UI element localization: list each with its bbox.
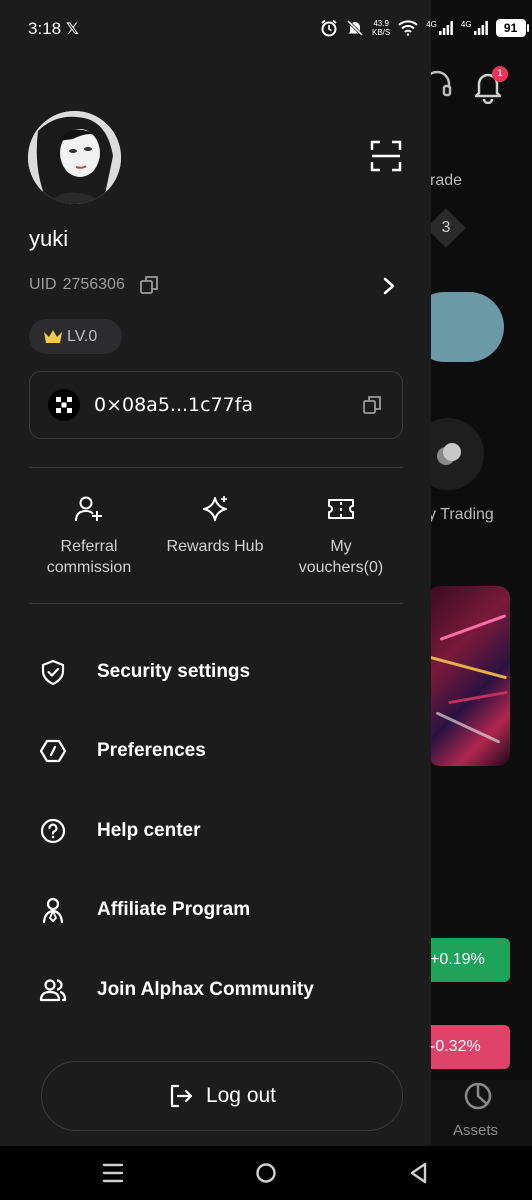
clock: 3:18 — [28, 19, 62, 38]
my-vouchers-button[interactable]: My vouchers(0) — [276, 494, 406, 578]
uid-value: 2756306 — [62, 276, 125, 293]
price-change-positive: +0.19% — [420, 938, 510, 982]
menu-label: Preferences — [97, 740, 206, 761]
sparkle-icon — [203, 496, 227, 521]
signal-1: 4G — [426, 21, 453, 35]
wallet-address-card[interactable]: 0×08a5...1c77fa — [29, 371, 403, 439]
menu-help-center[interactable]: Help center — [29, 806, 403, 856]
referral-commission-button[interactable]: Referral commission — [24, 494, 154, 578]
quick-action-label: My vouchers(0) — [298, 538, 384, 576]
hexagon-icon — [39, 739, 67, 763]
menu-security-settings[interactable]: Security settings — [29, 647, 403, 697]
ticket-icon — [328, 499, 354, 519]
chevron-right-icon[interactable] — [380, 276, 398, 296]
signal-bars-icon — [473, 21, 488, 35]
pie-chart-icon[interactable] — [462, 1080, 494, 1112]
back-icon[interactable] — [406, 1160, 432, 1186]
uid-label: UID — [29, 276, 57, 293]
price-change-negative: -0.32% — [420, 1025, 510, 1069]
status-bar: 3:18 𝕏 43.9 KB/S 4G 4G 91 — [0, 0, 532, 56]
divider — [29, 603, 403, 604]
wifi-icon — [398, 20, 418, 36]
scan-icon[interactable] — [370, 140, 402, 172]
recents-icon[interactable] — [100, 1160, 126, 1186]
level-badge[interactable]: LV.0 — [29, 319, 122, 354]
divider — [29, 467, 403, 468]
diamond-number: 3 — [441, 219, 451, 236]
promo-banner[interactable] — [428, 586, 510, 766]
side-drawer: yuki UID 2756306 LV.0 0×08a5...1c77fa Re… — [0, 0, 431, 1146]
wallet-address: 0×08a5...1c77fa — [94, 394, 254, 416]
okx-logo-icon — [48, 389, 80, 421]
logout-label: Log out — [205, 1084, 277, 1107]
avatar-photo — [28, 111, 121, 204]
network-speed: 43.9 KB/S — [372, 19, 391, 37]
level-text: LV.0 — [67, 327, 98, 345]
menu-preferences[interactable]: Preferences — [29, 726, 403, 776]
signal-2: 4G — [461, 21, 488, 35]
tab-assets[interactable]: Assets — [453, 1122, 498, 1139]
notification-badge: 1 — [492, 66, 508, 82]
menu-affiliate-program[interactable]: Affiliate Program — [29, 885, 403, 935]
menu-label: Join Alphax Community — [97, 979, 314, 1000]
crown-icon — [44, 329, 62, 343]
quick-action-label: Referral commission — [46, 538, 132, 576]
x-app-icon: 𝕏 — [66, 21, 79, 38]
alarm-icon — [321, 19, 337, 37]
rewards-hub-button[interactable]: Rewards Hub — [150, 494, 280, 557]
menu-label: Security settings — [97, 661, 251, 682]
logout-icon — [170, 1084, 193, 1108]
battery-indicator: 91 — [495, 19, 529, 37]
menu-join-community[interactable]: Join Alphax Community — [29, 965, 403, 1015]
home-icon[interactable] — [253, 1160, 279, 1186]
copy-address-icon[interactable] — [362, 395, 382, 415]
community-icon — [39, 979, 67, 1002]
avatar[interactable] — [28, 111, 121, 204]
trading-label: y Trading — [428, 506, 494, 523]
mute-bell-icon — [346, 19, 364, 37]
status-icons: 43.9 KB/S 4G 4G 91 — [320, 16, 529, 40]
question-circle-icon — [40, 818, 66, 844]
copy-uid-icon[interactable] — [139, 275, 159, 295]
logout-button[interactable]: Log out — [41, 1061, 403, 1131]
person-ribbon-icon — [42, 897, 64, 924]
quick-action-label: Rewards Hub — [166, 538, 264, 555]
shield-check-icon — [41, 659, 65, 686]
system-nav-bar — [0, 1146, 532, 1200]
trade-label: rade — [430, 172, 463, 189]
uid-row: UID 2756306 — [29, 275, 159, 295]
add-user-icon — [75, 496, 102, 522]
menu-label: Help center — [97, 820, 201, 841]
signal-bars-icon — [438, 21, 453, 35]
username: yuki — [29, 226, 69, 251]
menu-label: Affiliate Program — [97, 899, 251, 920]
